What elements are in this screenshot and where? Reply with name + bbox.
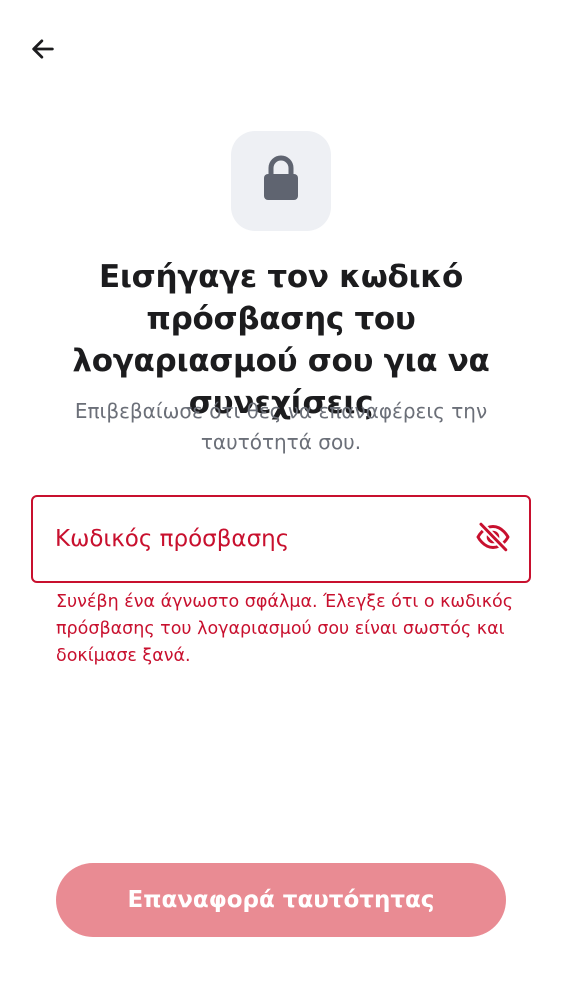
lock-icon-tile [231,131,331,231]
arrow-left-icon [29,35,57,68]
password-input[interactable] [55,497,465,581]
password-field [31,495,531,583]
eye-off-icon [475,519,511,560]
page-subtitle: Επιβεβαίωσε ότι θες να επαναφέρεις την τ… [74,399,488,454]
lock-icon [261,155,301,208]
password-error-message: Συνέβη ένα άγνωστο σφάλμα. Έλεγξε ότι ο … [56,592,514,666]
password-visibility-toggle[interactable] [473,519,513,559]
reset-identity-button[interactable]: Επαναφορά ταυτότητας [56,863,506,937]
back-button[interactable] [22,30,64,72]
